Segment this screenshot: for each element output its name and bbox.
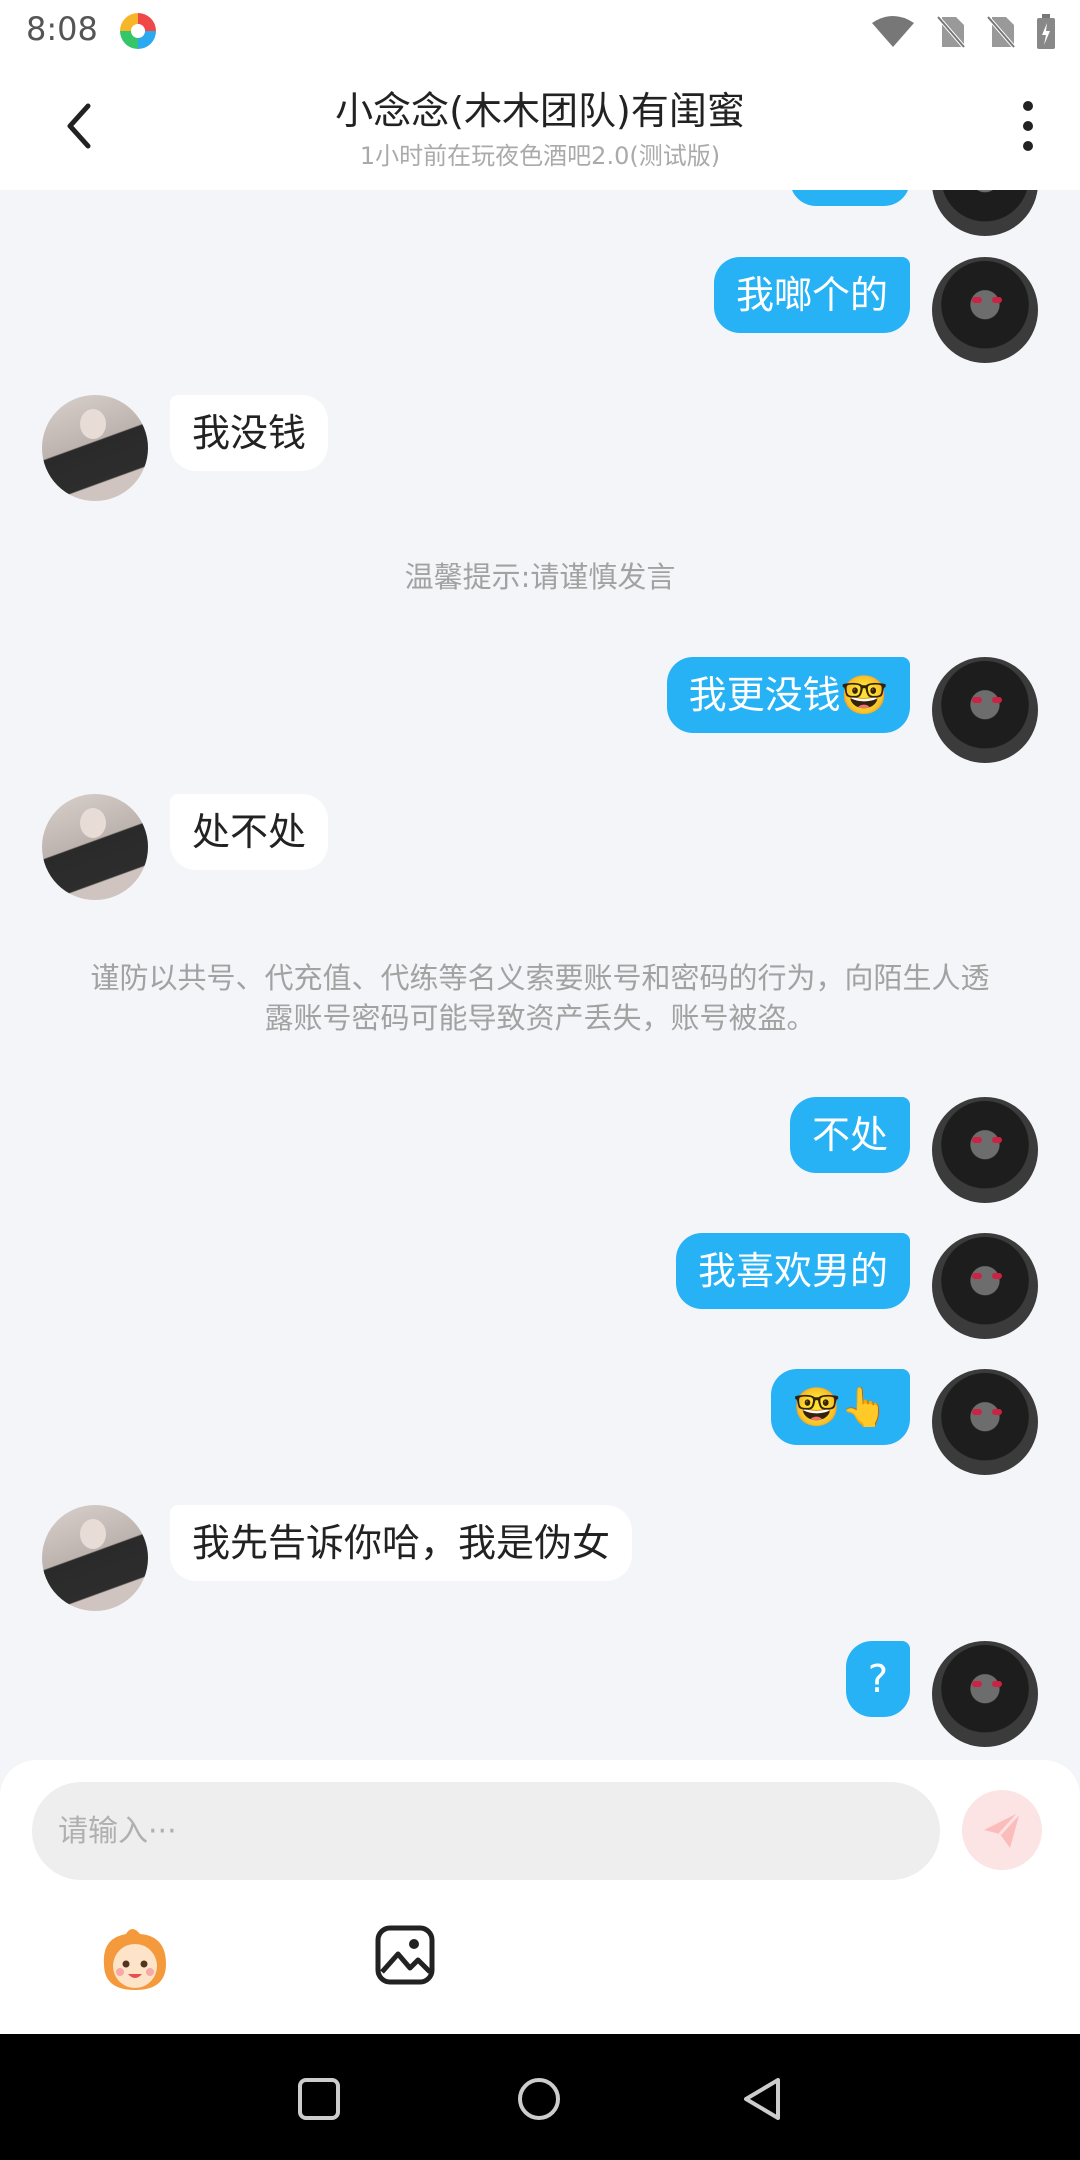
status-time: 8:08 xyxy=(26,10,98,48)
no-sim-icon xyxy=(986,15,1016,49)
app-notification-icon xyxy=(120,13,156,49)
avatar[interactable] xyxy=(932,1233,1038,1339)
avatar[interactable] xyxy=(42,794,148,900)
send-button[interactable] xyxy=(962,1790,1042,1870)
avatar[interactable] xyxy=(42,395,148,501)
send-icon xyxy=(984,1810,1022,1848)
system-notice: 温馨提示:请谨慎发言 xyxy=(404,560,676,594)
message-bubble[interactable]: 我没钱 xyxy=(170,395,329,471)
message-bubble[interactable]: 不处 xyxy=(789,1097,910,1173)
status-bar: 8:08 xyxy=(0,0,1080,62)
back-button-icon[interactable] xyxy=(740,2076,786,2122)
no-sim-icon xyxy=(936,15,966,49)
chat-subtitle: 1小时前在玩夜色酒吧2.0(测试版) xyxy=(359,142,721,170)
more-options-icon[interactable] xyxy=(1016,100,1040,152)
system-navigation-bar xyxy=(0,2034,1080,2160)
back-arrow-icon[interactable] xyxy=(56,98,106,154)
message-bubble-cut-off xyxy=(790,190,910,206)
chat-title: 小念念(木木团队)有闺蜜 xyxy=(335,89,745,133)
message-bubble[interactable]: ? xyxy=(845,1641,910,1717)
message-bubble[interactable]: 我喜欢男的 xyxy=(675,1233,910,1309)
status-icons xyxy=(870,14,1056,50)
message-bubble[interactable]: 🤓👆 xyxy=(771,1369,910,1445)
emoji-icon[interactable] xyxy=(96,1924,174,1996)
avatar[interactable] xyxy=(932,190,1038,236)
avatar[interactable] xyxy=(932,1641,1038,1747)
message-bubble[interactable]: 我先告诉你哈，我是伪女 xyxy=(170,1505,633,1581)
message-bubble[interactable]: 我更没钱🤓 xyxy=(666,657,910,733)
avatar[interactable] xyxy=(42,1505,148,1611)
image-picker-icon[interactable] xyxy=(374,1924,436,1986)
avatar[interactable] xyxy=(932,1097,1038,1203)
security-warning: 谨防以共号、代充值、代练等名义索要账号和密码的行为，向陌生人透露账号密码可能导致… xyxy=(90,961,990,1035)
wifi-icon xyxy=(872,16,914,47)
message-composer xyxy=(0,1760,1080,2034)
chat-header: 小念念(木木团队)有闺蜜 1小时前在玩夜色酒吧2.0(测试版) xyxy=(0,62,1080,190)
avatar[interactable] xyxy=(932,1369,1038,1475)
battery-icon xyxy=(1037,14,1055,49)
avatar[interactable] xyxy=(932,257,1038,363)
message-bubble[interactable]: 处不处 xyxy=(170,794,329,870)
avatar[interactable] xyxy=(932,657,1038,763)
chat-message-list[interactable]: 我啷个的 我没钱 温馨提示:请谨慎发言 我更没钱🤓 处不处 谨防以共号、代充值、… xyxy=(0,190,1080,1760)
home-button-icon[interactable] xyxy=(516,2076,562,2122)
message-bubble[interactable]: 我啷个的 xyxy=(713,257,910,333)
recents-button-icon[interactable] xyxy=(296,2076,342,2122)
message-input[interactable] xyxy=(32,1782,940,1880)
